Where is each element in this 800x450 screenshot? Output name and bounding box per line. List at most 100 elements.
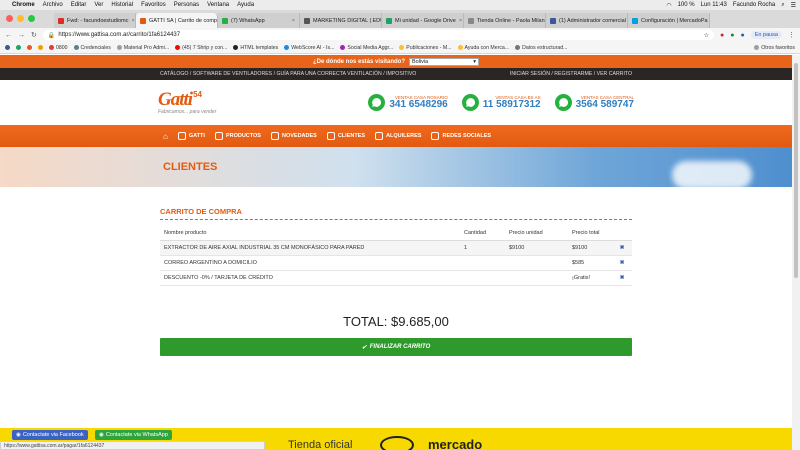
nav-item-label: NOVEDADES (281, 133, 317, 139)
close-window-button[interactable] (6, 15, 13, 22)
bookmark-item[interactable]: Material Pro Admi... (116, 44, 170, 51)
more-menu-icon[interactable]: ⋮ (788, 31, 795, 39)
browser-tab[interactable]: Configuración | MercadoPa× (628, 13, 710, 28)
minimize-window-button[interactable] (17, 15, 24, 22)
extension-icon[interactable]: ● (720, 32, 724, 39)
product-total-price: $9100 (568, 240, 612, 256)
forward-icon[interactable]: → (18, 32, 25, 39)
user-name[interactable]: Facundo Rocha (733, 2, 775, 8)
top-nav-links[interactable]: CATÁLOGO / SOFTWARE DE VENTILADORES / GU… (160, 71, 416, 77)
menu-archivo[interactable]: Archivo (43, 2, 63, 8)
finalize-cart-button[interactable]: ✔ FINALIZAR CARRITO (160, 338, 632, 356)
bookmark-item[interactable]: Ayuda con Merca... (457, 45, 509, 51)
remove-item-icon[interactable]: ✖ (612, 270, 632, 286)
bookmark-icon[interactable] (16, 45, 21, 50)
bookmark-item[interactable]: 0800 (49, 45, 68, 51)
menu-editar[interactable]: Editar (71, 2, 87, 8)
nav-item-clientes[interactable]: CLIENTES (326, 132, 365, 140)
browser-tab[interactable]: Tienda Online - Paola Milan× (464, 13, 546, 28)
close-icon[interactable]: × (292, 18, 295, 24)
remove-item-icon[interactable]: ✖ (612, 255, 632, 271)
top-nav: CATÁLOGO / SOFTWARE DE VENTILADORES / GU… (0, 68, 792, 80)
extension-icon-3[interactable]: ● (741, 32, 745, 39)
bookmark-favicon-icon (515, 45, 521, 50)
reload-icon[interactable]: ↻ (31, 31, 37, 39)
whatsapp-icon (554, 94, 572, 111)
nav-item-redes-sociales[interactable]: REDES SOCIALES (431, 132, 491, 140)
search-icon[interactable]: ⌕ (781, 2, 784, 9)
back-icon[interactable]: ← (5, 32, 12, 39)
facebook-contact-button[interactable]: ◉ Contactate via Facebook (12, 430, 88, 440)
mercadolibre-handshake-icon (380, 436, 414, 450)
bookmark-item[interactable]: HTML templates (233, 45, 278, 51)
cart-total: TOTAL: $9.685,00 (343, 314, 449, 329)
bookmark-item[interactable]: Datos estructurad... (515, 45, 567, 51)
nav-item-gatti[interactable]: GATTI (177, 132, 205, 140)
bookmark-label: Material Pro Admi... (123, 44, 170, 51)
contact-number: 3564 589747 (575, 99, 634, 110)
menu-ayuda[interactable]: Ayuda (237, 2, 254, 8)
menu-list-icon[interactable]: ☰ (791, 2, 796, 9)
scrollbar-thumb[interactable] (794, 63, 798, 278)
browser-tab[interactable]: GATTI SA | Carrito de comp× (136, 13, 218, 28)
cart-section: CARRITO DE COMPRA Nombre producto Cantid… (0, 207, 792, 286)
battery-text[interactable]: 100 % (678, 2, 695, 8)
menu-ventana[interactable]: Ventana (207, 2, 229, 8)
url-input[interactable]: 🔒 https://www.gattisa.com.ar/carrito/1fa… (42, 30, 715, 40)
bookmark-item[interactable]: (45) 7 Shrip y con... (175, 45, 227, 51)
browser-tab[interactable]: (1) Administrador comercial× (546, 13, 628, 28)
remove-item-icon[interactable]: ✖ (612, 240, 632, 256)
contact-phone[interactable]: VENTAS CASA BS AS 11 58917312 (461, 94, 541, 111)
bookmark-icon[interactable] (38, 45, 43, 50)
zoom-window-button[interactable] (28, 15, 35, 22)
address-bar: ← → ↻ 🔒 https://www.gattisa.com.ar/carri… (0, 28, 800, 42)
mercado-text: mercado (428, 437, 483, 450)
contact-phone[interactable]: VENTAS CASA ROSARIO 341 6548296 (368, 94, 448, 111)
nav-item-productos[interactable]: PRODUCTOS (214, 132, 261, 140)
tab-label: MARKETING DIGITAL | EDU (313, 17, 382, 24)
bookmarks-bar: 0800 Credenciales Material Pro Admi... (45)… (0, 42, 800, 54)
page-banner: CLIENTES (0, 147, 792, 189)
browser-tab[interactable]: Mi unidad - Google Drive × (382, 13, 464, 28)
nav-item-icon (326, 132, 335, 140)
location-bar: ¿De dónde nos estás visitando? Bolivia ▾ (0, 55, 792, 68)
nav-item-label: GATTI (188, 133, 205, 139)
menu-ver[interactable]: Ver (94, 2, 103, 8)
star-icon[interactable]: ☆ (704, 32, 709, 39)
bookmark-item[interactable]: Otros favoritos (754, 45, 795, 51)
page-scrollbar[interactable] (792, 55, 800, 450)
contact-phone[interactable]: VENTAS CASA CENTRAL 3564 589747 (554, 94, 634, 111)
nav-item-novedades[interactable]: NOVEDADES (270, 132, 317, 140)
location-select[interactable]: Bolivia ▾ (409, 57, 479, 66)
whatsapp-contact-button[interactable]: ◉ Contactate via WhatsApp (95, 430, 172, 440)
bookmark-icon[interactable] (5, 45, 10, 50)
bookmark-item[interactable]: Social Media Aggr... (340, 45, 393, 51)
bookmark-item[interactable]: WebScore AI - Is... (284, 45, 334, 51)
site-logo[interactable]: Gatti 54 Fabricamos... para vender (158, 90, 216, 115)
close-icon[interactable]: × (131, 18, 134, 24)
menu-app[interactable]: Chrome (12, 2, 35, 8)
extension-icon-2[interactable]: ● (730, 32, 734, 39)
bookmark-item[interactable]: Publicaciones - M... (399, 45, 452, 51)
browser-tab[interactable]: (7) WhatsApp × (218, 13, 300, 28)
clock-text[interactable]: Lun 11:43 (701, 2, 727, 8)
menu-favoritos[interactable]: Favoritos (141, 2, 166, 8)
home-icon[interactable]: ⌂ (163, 132, 168, 141)
menu-personas[interactable]: Personas (174, 2, 199, 8)
browser-tab[interactable]: MARKETING DIGITAL | EDU× (300, 13, 382, 28)
nav-item-alquileres[interactable]: ALQUILERES (375, 132, 421, 140)
bookmark-label: (45) 7 Shrip y con... (182, 44, 228, 51)
close-icon[interactable]: × (459, 18, 462, 24)
tab-label: (7) WhatsApp (231, 17, 265, 24)
messenger-icon: ◉ (16, 432, 21, 438)
product-unit-price: $9100 (505, 240, 568, 256)
bookmark-icon[interactable] (27, 45, 32, 50)
browser-tab[interactable]: Fwd: - facundoestudiomc × (54, 13, 136, 28)
account-links[interactable]: INICIAR SESIÓN / REGISTRARME / VER CARRI… (510, 71, 632, 77)
profile-paused-badge[interactable]: En pausa (750, 31, 782, 39)
wifi-icon[interactable]: ◠ (666, 2, 671, 9)
bookmark-item[interactable]: Credenciales (73, 45, 111, 51)
tab-favicon-icon (468, 17, 474, 24)
tienda-oficial-text: Tienda oficial (288, 439, 353, 450)
menu-historial[interactable]: Historial (111, 2, 133, 8)
